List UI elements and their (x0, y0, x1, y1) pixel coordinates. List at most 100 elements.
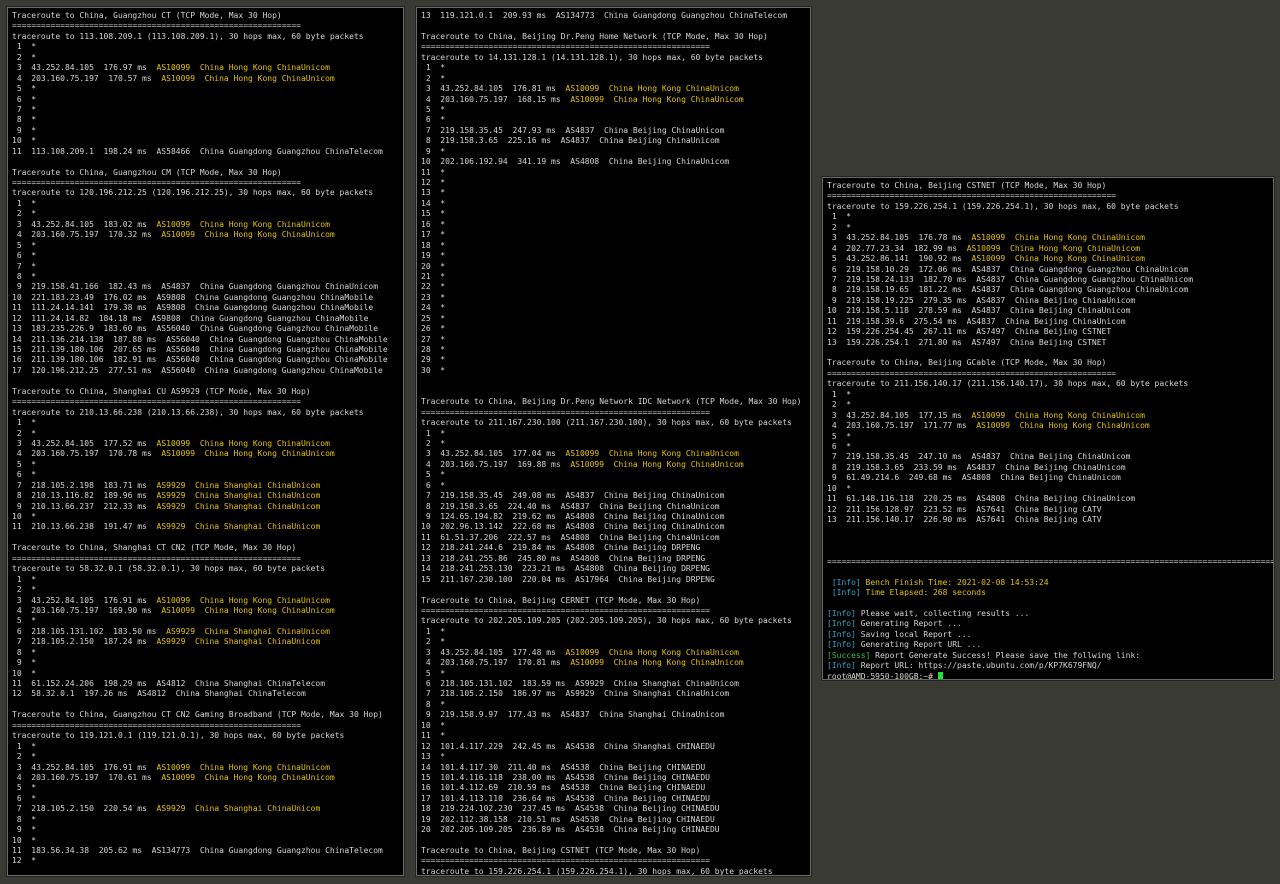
terminal-text: 12 159.226.254.45 267.11 ms AS7497 China… (827, 327, 1112, 337)
terminal-text: 30 * (421, 365, 446, 375)
terminal-text: 20 202.205.109.205 236.89 ms AS4538 Chin… (421, 825, 720, 835)
terminal-line: 10 221.183.23.49 176.02 ms AS9808 China … (12, 293, 403, 303)
terminal-text: AS10099 China Hong Kong ChinaUnicom (156, 63, 330, 73)
terminal-text: 5 * (421, 668, 446, 678)
terminal-line: 1 * (421, 63, 810, 73)
terminal-line: 12 111.24.14.82 184.18 ms AS9808 China G… (12, 314, 403, 324)
terminal-line: 12 218.241.244.6 219.84 ms AS4808 China … (421, 543, 810, 553)
terminal-text: 27 * (421, 334, 446, 344)
terminal-text: 2 * (12, 52, 37, 62)
terminal-text: 7 * (12, 261, 37, 271)
terminal-line: 4 203.160.75.197 170.78 ms AS10099 China… (12, 449, 403, 459)
terminal-text: 14 211.136.214.138 187.88 ms AS56040 Chi… (12, 334, 388, 344)
terminal-line: 11 183.56.34.38 205.62 ms AS134773 China… (12, 846, 403, 856)
terminal-line: 20 * (421, 262, 810, 272)
terminal-text: AS10099 China Hong Kong ChinaUnicom (156, 219, 330, 229)
terminal-line: 5 * (827, 432, 1273, 442)
terminal-line: 11 210.13.66.238 191.47 ms AS9929 China … (12, 522, 403, 532)
terminal-line: 9 210.13.66.237 212.33 ms AS9929 China S… (12, 502, 403, 512)
terminal-text: AS10099 China Hong Kong ChinaUnicom (971, 233, 1145, 243)
terminal-text: ========================================… (12, 720, 301, 730)
terminal-text: 17 * (421, 230, 446, 240)
terminal-text: 8 210.13.116.82 189.96 ms (12, 491, 157, 501)
terminal-line: 7 219.158.35.45 249.08 ms AS4837 China B… (421, 491, 810, 501)
terminal-text: 6 * (12, 793, 37, 803)
terminal-text: 1 * (827, 389, 852, 399)
terminal-text: 17 101.4.113.110 236.64 ms AS4538 China … (421, 793, 710, 803)
terminal-text: AS10099 China Hong Kong ChinaUnicom (570, 94, 744, 104)
terminal-text: 1 * (421, 63, 446, 73)
terminal-line: 21 * (421, 272, 810, 282)
terminal-text: 14 218.241.253.130 223.21 ms AS4808 Chin… (421, 564, 710, 574)
terminal-text: 4 203.160.75.197 170.81 ms (421, 658, 571, 668)
terminal-line: traceroute to 113.108.209.1 (113.108.209… (12, 32, 403, 42)
terminal-text: traceroute to 113.108.209.1 (113.108.209… (12, 31, 364, 41)
terminal-line: 17 101.4.113.110 236.64 ms AS4538 China … (421, 794, 810, 804)
terminal-line: 6 * (827, 442, 1273, 452)
terminal-line: 5 * (421, 105, 810, 115)
terminal-text: 7 218.105.2.150 186.97 ms AS9929 China S… (421, 689, 730, 699)
terminal-text: 4 203.160.75.197 168.15 ms (421, 94, 571, 104)
terminal-line: 9 * (12, 658, 403, 668)
terminal-text: 4 203.160.75.197 170.78 ms (12, 449, 162, 459)
terminal-line: 11 61.148.116.118 220.25 ms AS4808 China… (827, 494, 1273, 504)
terminal-text: 13 211.156.140.17 226.90 ms AS7641 China… (827, 515, 1102, 524)
terminal-text: AS9929 China Shanghai ChinaUnicom (156, 804, 321, 814)
terminal-text: 16 211.139.180.106 182.91 ms AS56040 Chi… (12, 355, 388, 365)
terminal-line: 10 * (12, 836, 403, 846)
terminal-text: 3 43.252.84.105 177.52 ms (12, 438, 157, 448)
terminal-line: 11 113.108.209.1 198.24 ms AS58466 China… (12, 147, 403, 157)
terminal-line: 1 * (12, 418, 403, 428)
terminal-line: 3 43.252.84.105 177.48 ms AS10099 China … (421, 648, 810, 658)
terminal-window-right[interactable]: Traceroute to China, Beijing CSTNET (TCP… (822, 177, 1274, 680)
terminal-line: traceroute to 159.226.254.1 (159.226.254… (827, 202, 1273, 212)
terminal-line: 1 * (12, 575, 403, 585)
terminal-line: ========================================… (12, 21, 403, 31)
terminal-line: 5 43.252.86.141 190.92 ms AS10099 China … (827, 254, 1273, 264)
terminal-text: AS10099 China Hong Kong ChinaUnicom (156, 438, 330, 448)
terminal-text: 10 * (12, 136, 37, 146)
terminal-line: 8 219.158.3.65 224.40 ms AS4837 China Be… (421, 502, 810, 512)
terminal-line: 10 * (12, 512, 403, 522)
terminal-text: 11 111.24.14.141 179.38 ms AS9808 China … (12, 303, 374, 313)
terminal-line: 6 219.158.10.29 172.06 ms AS4837 China G… (827, 265, 1273, 275)
terminal-text: 6 * (421, 480, 446, 490)
terminal-text: 1 * (12, 418, 37, 428)
terminal-line: 9 219.158.19.225 279.35 ms AS4837 China … (827, 296, 1273, 306)
terminal-text: 6 * (827, 441, 852, 451)
terminal-window-left[interactable]: Traceroute to China, Guangzhou CT (TCP M… (7, 7, 404, 876)
terminal-line: 13 218.241.255.86 245.80 ms AS4808 China… (421, 554, 810, 564)
terminal-line: 2 * (12, 209, 403, 219)
terminal-line: 30 * (421, 366, 810, 376)
terminal-text: AS10099 China Hong Kong ChinaUnicom (971, 410, 1145, 420)
terminal-text: 8 219.158.3.65 225.16 ms AS4837 China Be… (421, 136, 720, 146)
terminal-line: 6 * (12, 95, 403, 105)
terminal-text: 10 202.106.192.94 341.19 ms AS4808 China… (421, 157, 730, 167)
terminal-line: 19 * (421, 251, 810, 261)
terminal-text: AS10099 China Hong Kong ChinaUnicom (570, 459, 744, 469)
terminal-text: 2 * (12, 585, 37, 595)
terminal-line: 6 218.105.131.102 183.50 ms AS9929 China… (12, 627, 403, 637)
terminal-line: 10 219.158.5.118 278.59 ms AS4837 China … (827, 306, 1273, 316)
terminal-text: 1 * (12, 42, 37, 52)
terminal-line: 4 203.160.75.197 169.90 ms AS10099 China… (12, 606, 403, 616)
terminal-text: traceroute to 202.205.109.205 (202.205.1… (421, 616, 792, 626)
terminal-line: 12 * (12, 856, 403, 866)
terminal-window-middle[interactable]: 13 119.121.0.1 209.93 ms AS134773 China … (416, 7, 811, 876)
terminal-line: 4 203.160.75.197 171.77 ms AS10099 China… (827, 421, 1273, 431)
terminal-text: Traceroute to China, Shanghai CU AS9929 … (12, 386, 311, 396)
terminal-text: 4 203.160.75.197 170.61 ms (12, 772, 162, 782)
terminal-line: 2 * (12, 585, 403, 595)
terminal-line: traceroute to 202.205.109.205 (202.205.1… (421, 616, 810, 626)
terminal-text: AS10099 China Hong Kong ChinaUnicom (966, 243, 1141, 253)
terminal-text: 7 218.105.2.150 187.24 ms (12, 637, 157, 647)
terminal-text: 6 218.105.131.102 183.50 ms (12, 626, 167, 636)
terminal-text: 10 * (12, 512, 37, 521)
terminal-text: [Info] (827, 619, 861, 629)
terminal-text: 1 * (12, 198, 37, 208)
terminal-text: 9 219.158.9.97 177.43 ms AS4837 China Sh… (421, 710, 725, 720)
